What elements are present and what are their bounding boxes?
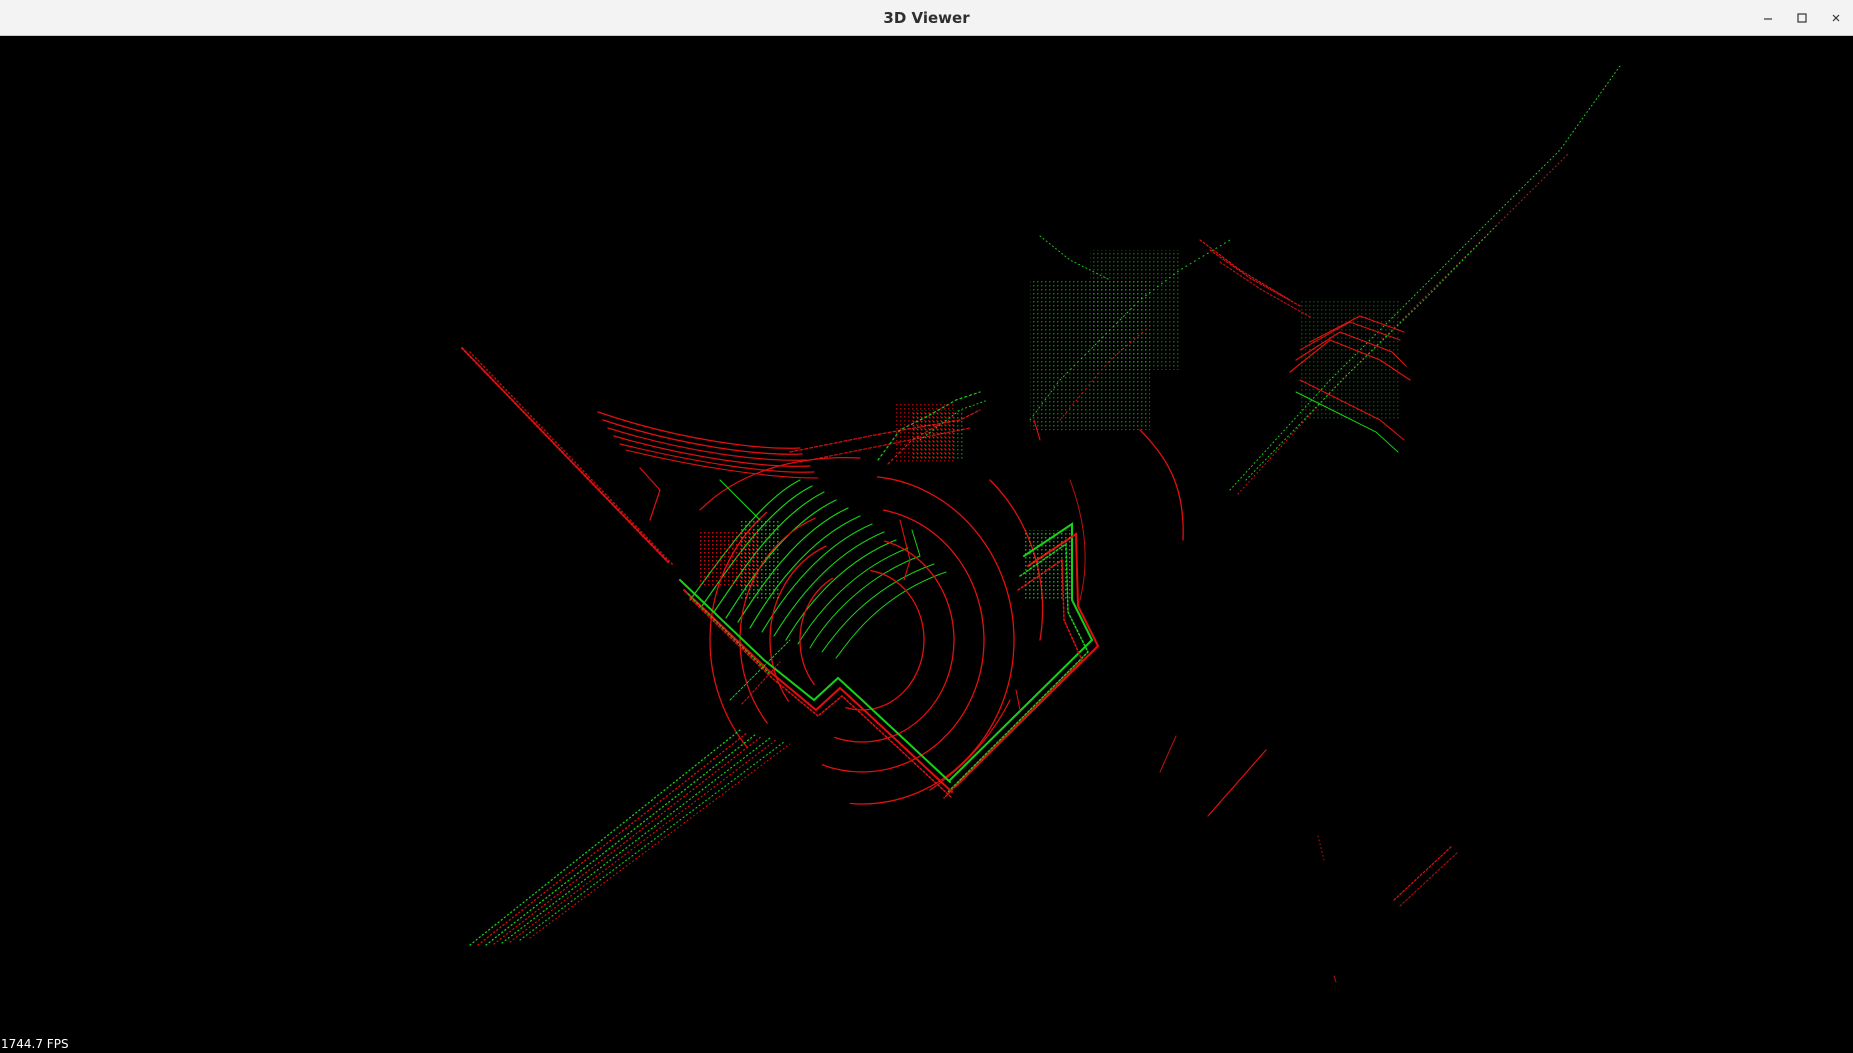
3d-viewport[interactable]: 1744.7 FPS: [0, 36, 1853, 1053]
close-icon: [1832, 14, 1840, 22]
minimize-button[interactable]: [1751, 0, 1785, 36]
window-titlebar[interactable]: 3D Viewer: [0, 0, 1853, 36]
maximize-button[interactable]: [1785, 0, 1819, 36]
minimize-icon: [1764, 18, 1772, 20]
fps-counter: 1744.7 FPS: [1, 1037, 69, 1051]
close-button[interactable]: [1819, 0, 1853, 36]
point-cloud: [461, 65, 1621, 983]
window-controls: [1751, 0, 1853, 36]
maximize-icon: [1797, 13, 1807, 23]
window-title: 3D Viewer: [883, 9, 970, 27]
